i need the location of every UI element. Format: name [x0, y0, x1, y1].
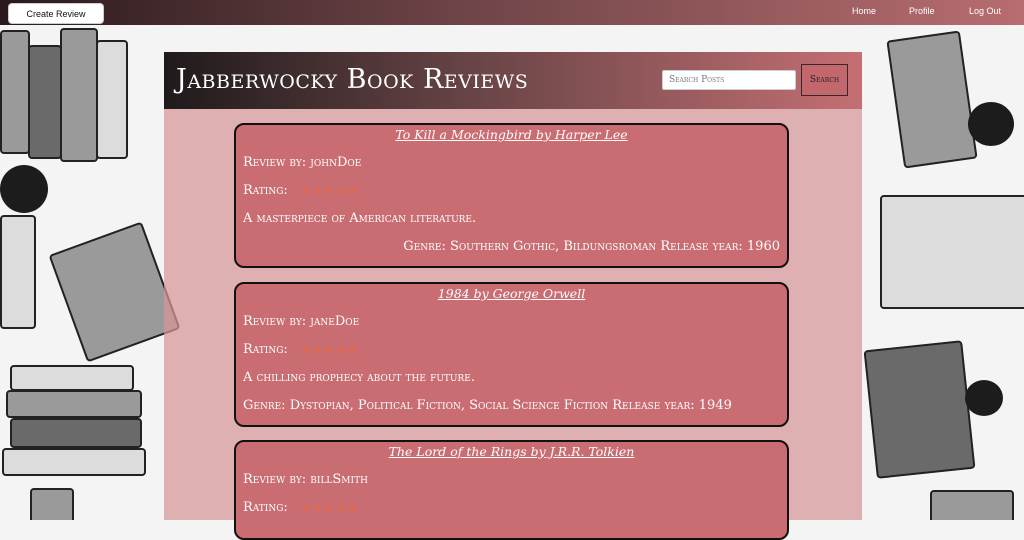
- ink-blot: [968, 102, 1014, 146]
- search-input[interactable]: [662, 70, 796, 90]
- rating-stars-icon: ★★★★★: [300, 184, 359, 198]
- review-author: Review by: billSmith: [243, 472, 368, 487]
- review-body: A masterpiece of American literature.: [243, 211, 477, 226]
- book-illustration: [60, 28, 98, 162]
- site-header: Jabberwocky Book Reviews Search: [164, 52, 862, 109]
- book-illustration: [6, 390, 142, 418]
- rating-label: Rating:: [243, 342, 288, 357]
- review-genre-year: Genre: Southern Gothic, Bildungsroman Re…: [403, 239, 780, 254]
- book-illustration: [930, 490, 1014, 520]
- review-body: A chilling prophecy about the future.: [243, 370, 475, 385]
- book-illustration: [28, 45, 62, 159]
- book-illustration: [30, 488, 74, 520]
- nav-home-link[interactable]: Home: [852, 6, 876, 16]
- review-author: Review by: janeDoe: [243, 314, 360, 329]
- book-illustration: [2, 448, 146, 476]
- ink-blot: [965, 380, 1003, 416]
- site-title: Jabberwocky Book Reviews: [176, 64, 529, 95]
- review-card: 1984 by George Orwell Review by: janeDoe…: [234, 282, 789, 427]
- ink-blot: [0, 165, 48, 213]
- book-illustration: [96, 40, 128, 159]
- rating-stars-icon: ★★★★★: [300, 343, 359, 357]
- review-card: The Lord of the Rings by J.R.R. Tolkien …: [234, 440, 789, 540]
- nav-logout-link[interactable]: Log Out: [969, 6, 1001, 16]
- rating-label: Rating:: [243, 183, 288, 198]
- book-illustration: [10, 365, 134, 391]
- book-illustration: [0, 215, 36, 329]
- top-nav-bar: Create Review Home Profile Log Out: [0, 0, 1024, 25]
- book-illustration: [886, 30, 978, 169]
- review-genre-year: Genre: Dystopian, Political Fiction, Soc…: [243, 398, 732, 413]
- review-title-link[interactable]: The Lord of the Rings by J.R.R. Tolkien: [236, 444, 787, 459]
- book-illustration: [0, 30, 30, 154]
- nav-profile-link[interactable]: Profile: [909, 6, 935, 16]
- rating-stars-icon: ★★★★★: [300, 501, 359, 515]
- book-illustration: [880, 195, 1024, 309]
- review-title-link[interactable]: To Kill a Mockingbird by Harper Lee: [236, 127, 787, 142]
- review-card: To Kill a Mockingbird by Harper Lee Revi…: [234, 123, 789, 268]
- create-review-button[interactable]: Create Review: [8, 3, 104, 24]
- reviews-panel: Jabberwocky Book Reviews Search To Kill …: [164, 52, 862, 540]
- review-author: Review by: johnDoe: [243, 155, 362, 170]
- book-illustration: [48, 221, 181, 363]
- search-button[interactable]: Search: [801, 64, 848, 96]
- rating-label: Rating:: [243, 500, 288, 515]
- book-illustration: [10, 418, 142, 448]
- review-title-link[interactable]: 1984 by George Orwell: [236, 286, 787, 301]
- book-illustration: [863, 340, 976, 479]
